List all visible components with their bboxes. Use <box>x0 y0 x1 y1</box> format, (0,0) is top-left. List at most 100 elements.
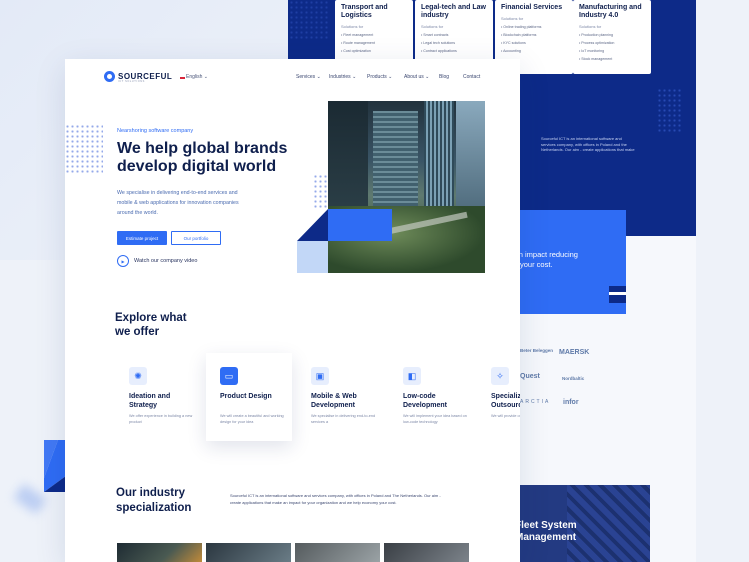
blur-decoration <box>13 483 47 515</box>
brand-logo-icon <box>104 71 115 82</box>
chevron-down-icon: ⌄ <box>386 74 393 80</box>
client-logo: ARCTIA <box>520 399 551 405</box>
nav-item-label: Blog <box>439 74 450 80</box>
service-card-title: Low-code Development <box>403 393 447 409</box>
industry-thumbnail[interactable] <box>206 543 291 562</box>
nav-item-contact[interactable]: Contact <box>463 74 480 80</box>
dot-grid-decoration <box>289 0 329 40</box>
industry-card-item: Fleet management <box>341 33 407 37</box>
dot-grid-decoration <box>65 124 103 174</box>
nav-item-services[interactable]: Services ⌄ <box>296 74 321 80</box>
fleet-card-title: Fleet System Management <box>515 520 577 543</box>
service-card-title: Product Design <box>220 393 272 400</box>
flag-icon <box>180 74 185 79</box>
service-card[interactable]: ◧ Low-code Development We will implement… <box>389 353 475 441</box>
outsourcing-icon: ✧ <box>491 367 509 385</box>
service-card-description: We will provide our expertise <box>491 414 520 418</box>
code-icon: ▣ <box>311 367 329 385</box>
impact-card-text: Create an impact reducing your cost. <box>490 250 578 269</box>
industry-card-subtitle: Solutions for <box>421 24 444 29</box>
industry-card-subtitle: Solutions for <box>341 24 364 29</box>
industry-card-item: Legal tech solutions <box>421 41 487 45</box>
back-page-about-text: Sourceful ICT is an international softwa… <box>541 136 635 152</box>
client-logo: Beter Beleggen <box>520 348 554 353</box>
language-label: English <box>186 74 203 80</box>
industry-card[interactable]: Manufacturing and Industry 4.0 Solutions… <box>573 0 651 74</box>
hero-decoration <box>297 241 328 273</box>
industry-thumbnail[interactable] <box>295 543 380 562</box>
building-shape <box>424 101 454 221</box>
service-card[interactable]: ✧ Specialized Outsourcing We will provid… <box>477 353 520 441</box>
specialization-description: Sourceful ICT is an international softwa… <box>230 493 441 505</box>
estimate-project-button[interactable]: Estimate project <box>117 231 167 245</box>
industry-thumbnail[interactable] <box>117 543 202 562</box>
service-card-title: Specialized Outsourcing <box>491 393 520 409</box>
building-shape <box>456 101 485 221</box>
nav-item-label: Services <box>296 74 316 80</box>
dot-grid-decoration <box>657 88 683 132</box>
nav-item-about-us[interactable]: About us ⌄ <box>404 74 429 80</box>
service-card[interactable]: ▭ Product Design We will create a beauti… <box>206 353 292 441</box>
hero-image <box>328 101 485 273</box>
lightbulb-icon: ✺ <box>129 367 147 385</box>
impact-card-decoration <box>609 292 626 295</box>
nav-item-products[interactable]: Products ⌄ <box>367 74 392 80</box>
industry-card-title: Manufacturing and Industry 4.0 <box>579 4 642 19</box>
industry-card-item: Stock management <box>579 57 645 61</box>
industry-card-item: Blockchain platforms <box>501 33 567 37</box>
hero-decoration <box>328 209 392 241</box>
hero-kicker: Nearshoring software company <box>117 128 194 134</box>
hero-description: We specialise in delivering end-to-end s… <box>117 190 239 216</box>
chevron-down-icon: ⌄ <box>315 74 321 80</box>
watch-video-label: Watch our company video <box>134 258 198 264</box>
service-card-description: We specialise in delivering end-to-end s… <box>311 414 376 424</box>
industry-card-item: Process optimization <box>579 41 645 45</box>
service-card-title: Ideation and Strategy <box>129 393 171 409</box>
service-card-description: We will create a beautiful and working d… <box>220 414 284 424</box>
industry-card-item: Production planning <box>579 33 645 37</box>
building-shape <box>373 111 418 221</box>
client-logo: Nordbaltic <box>562 376 585 381</box>
industry-card-item: KYC solutions <box>501 41 567 45</box>
specialization-title: Our industry specialization <box>116 487 192 514</box>
client-logo: MAERSK <box>559 349 590 356</box>
service-card-description: We offer experience in building a new pr… <box>129 414 193 424</box>
client-logo: Quest <box>520 373 540 380</box>
brand-tagline: ICT SOLUTIONS <box>118 80 145 83</box>
industry-card-item: Cost optimization <box>341 49 407 53</box>
service-card-title: Mobile & Web Development <box>311 393 357 409</box>
service-card[interactable]: ✺ Ideation and Strategy We offer experie… <box>115 353 201 441</box>
nav-item-label: Contact <box>463 74 481 80</box>
main-page: SOURCEFUL ICT SOLUTIONS English ⌄ Servic… <box>65 59 520 562</box>
chevron-down-icon: ⌄ <box>202 74 208 80</box>
building-shape <box>328 101 368 221</box>
nav-item-label: Products <box>367 74 387 80</box>
industry-card-item: Route management <box>341 41 407 45</box>
industry-card-item: Accounting <box>501 49 567 53</box>
client-logo: infor <box>563 399 579 406</box>
industry-card-subtitle: Solutions for <box>579 24 602 29</box>
nav-item-label: About us <box>404 74 424 80</box>
nav-item-industries[interactable]: Industries ⌄ <box>329 74 356 80</box>
nav-item-blog[interactable]: Blog <box>439 74 449 80</box>
industry-card-subtitle: Solutions for <box>501 16 524 21</box>
watch-video-link[interactable]: ▶ Watch our company video <box>117 255 197 267</box>
portfolio-button[interactable]: Our portfolio <box>171 231 221 245</box>
nav-item-label: Industries <box>329 74 351 80</box>
service-card[interactable]: ▣ Mobile & Web Development We specialise… <box>297 353 383 441</box>
language-selector[interactable]: English ⌄ <box>180 74 208 80</box>
industry-card-title: Transport and Logistics <box>341 4 388 19</box>
service-card-description: We will implement your idea based on low… <box>403 414 467 424</box>
chevron-down-icon: ⌄ <box>350 74 357 80</box>
offer-section-title: Explore what we offer <box>115 312 187 338</box>
industry-thumbnail[interactable] <box>384 543 469 562</box>
industry-card-item: IoT monitoring <box>579 49 645 53</box>
industry-card-item: Contract applications <box>421 49 487 53</box>
design-icon: ▭ <box>220 367 238 385</box>
play-icon: ▶ <box>117 255 129 267</box>
lowcode-icon: ◧ <box>403 367 421 385</box>
industry-card-title: Legal-tech and Law industry <box>421 4 486 19</box>
chevron-down-icon: ⌄ <box>423 74 430 80</box>
hero-title: We help global brands develop digital wo… <box>117 140 288 175</box>
industry-card-item: Smart contracts <box>421 33 487 37</box>
